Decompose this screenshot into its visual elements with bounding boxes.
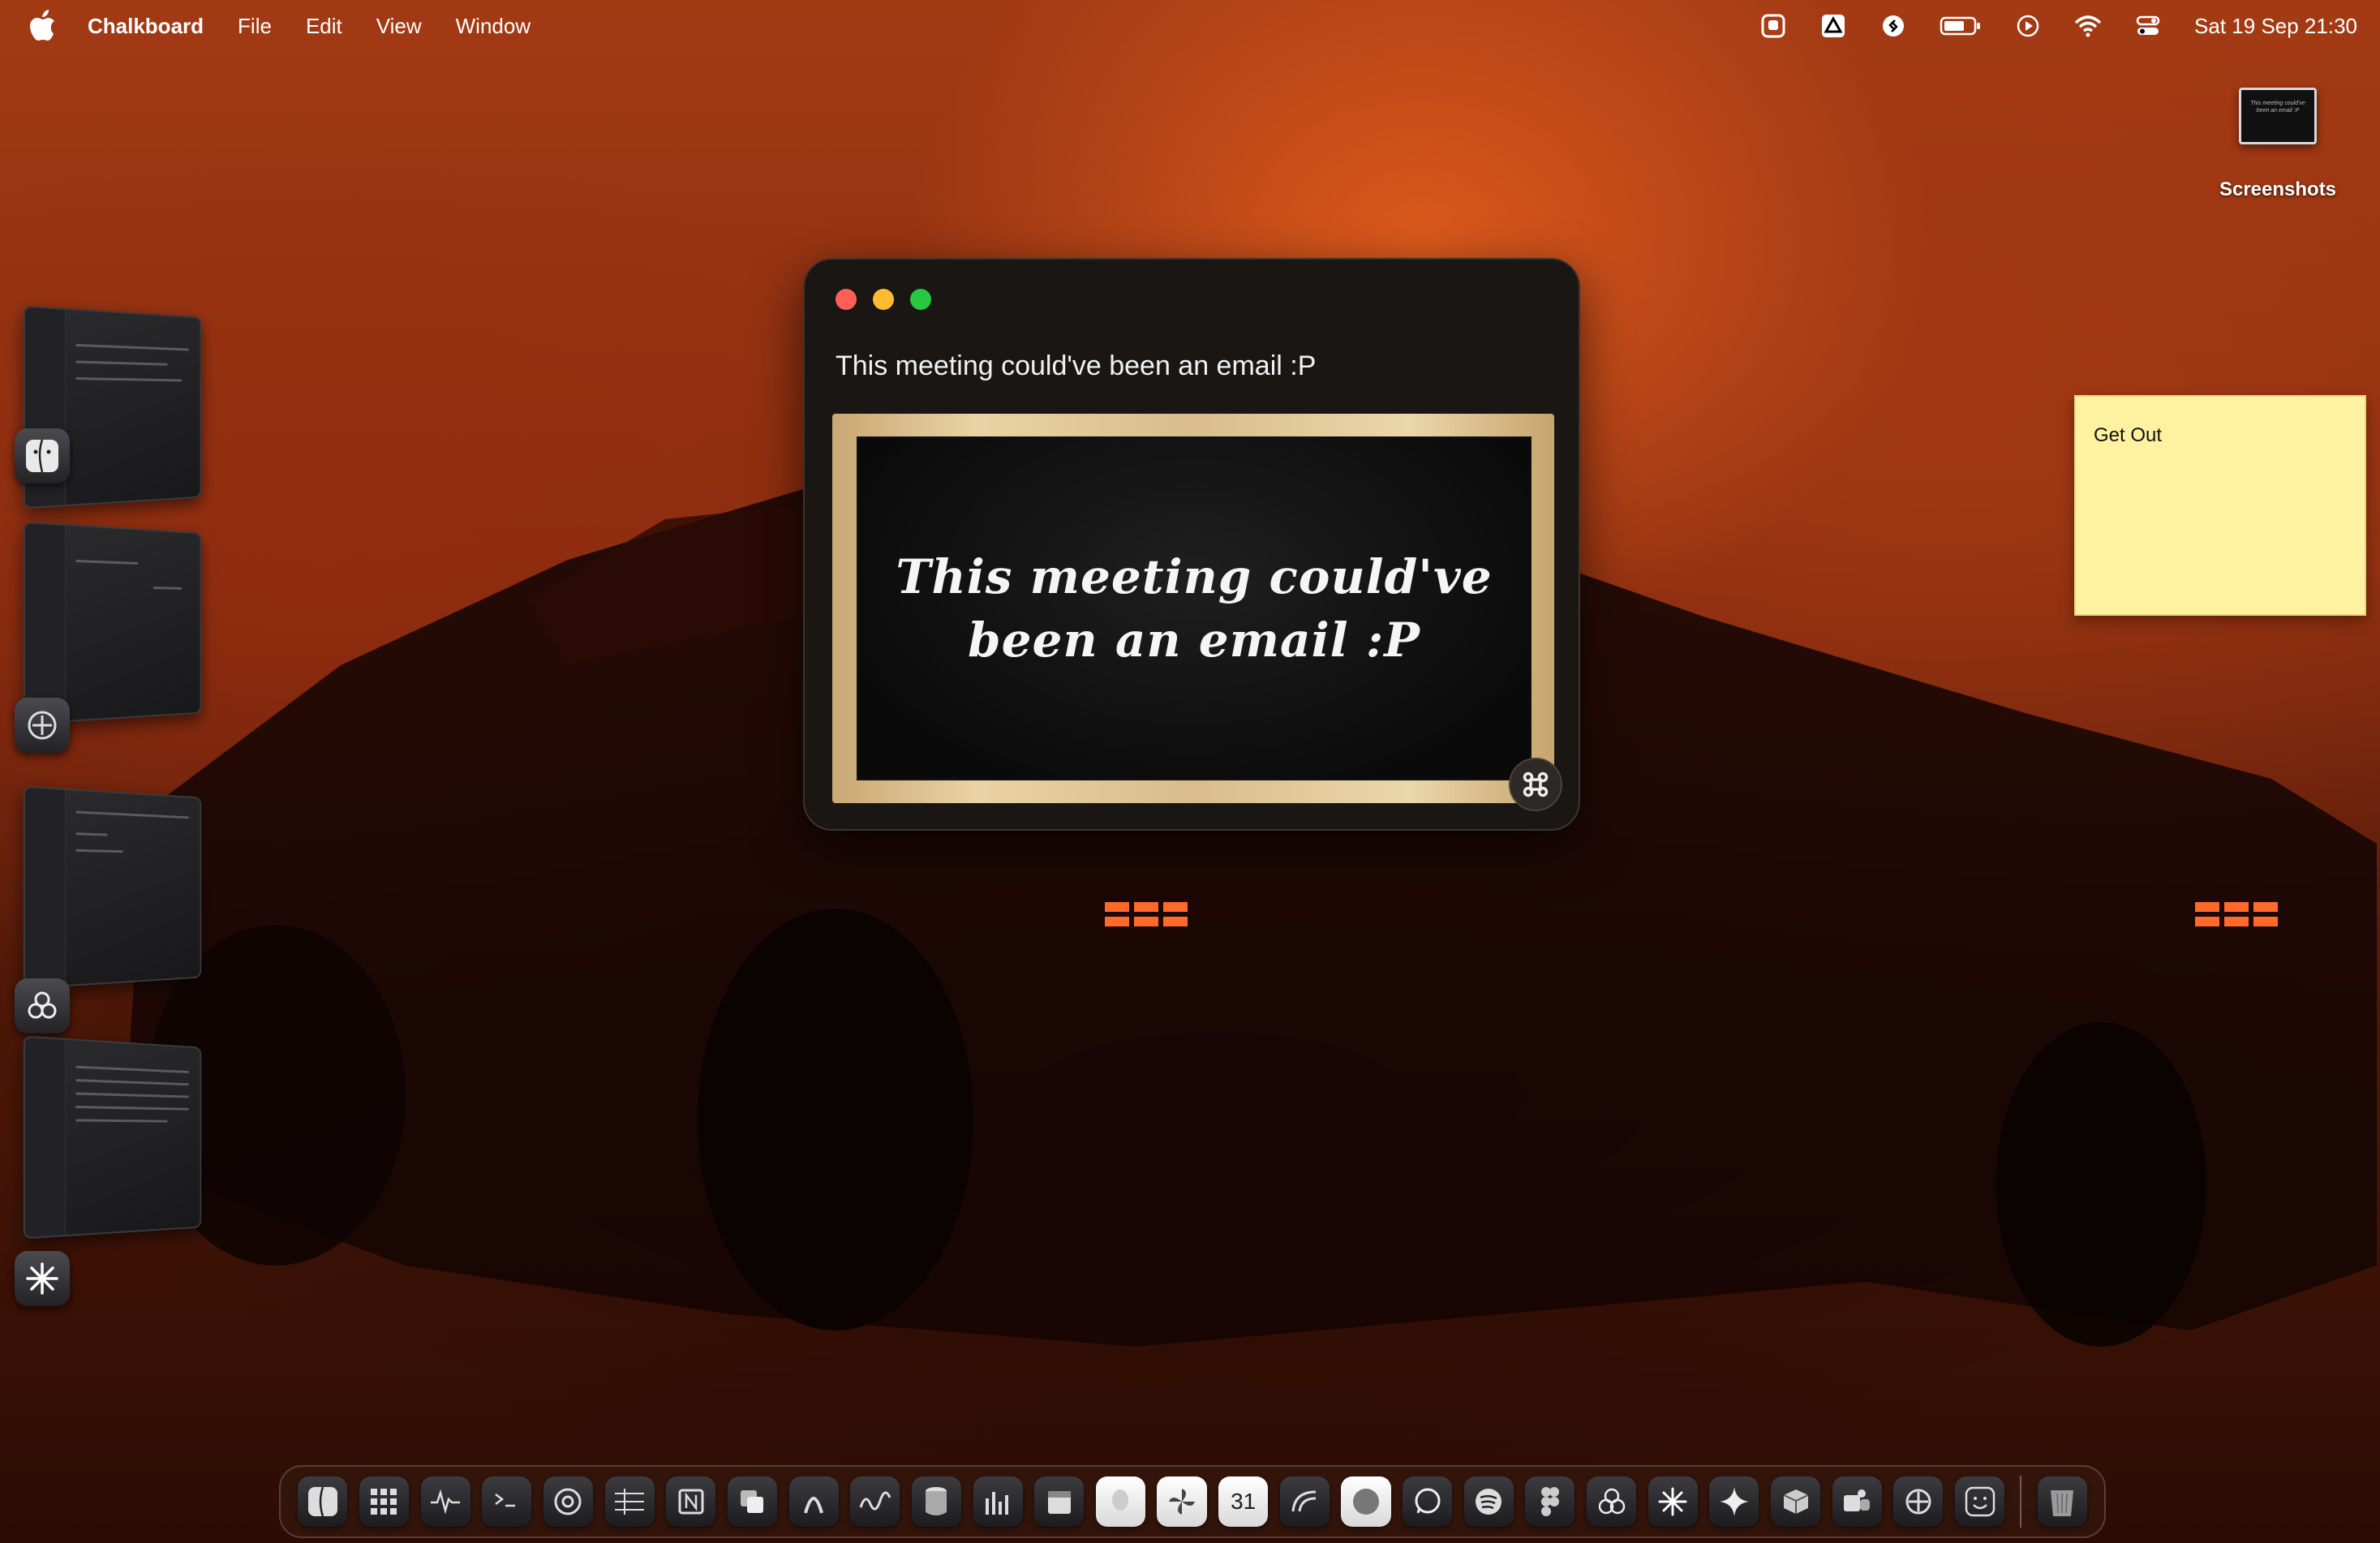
calendar-icon[interactable]: 31 <box>1218 1476 1268 1527</box>
arc-icon[interactable] <box>789 1476 839 1527</box>
stage-thumbnail-ai-app[interactable] <box>24 522 202 725</box>
smile-icon[interactable] <box>1955 1476 2004 1527</box>
chalkboard[interactable]: This meeting could've been an email :P <box>857 436 1532 780</box>
drive-icon[interactable] <box>1819 12 1847 40</box>
thumbnail-line <box>75 1066 189 1073</box>
thumbnail-line <box>75 1119 167 1122</box>
menu-view[interactable]: View <box>376 14 422 39</box>
claude-icon[interactable] <box>1648 1476 1698 1527</box>
battery-icon[interactable] <box>1940 12 1982 40</box>
thumbnail-line <box>75 1106 189 1111</box>
thumbnail-line <box>75 832 107 836</box>
thumbnail-sidebar <box>25 523 66 723</box>
dock: 31 <box>279 1465 2106 1538</box>
window-title: This meeting could've been an email :P <box>836 350 1316 382</box>
pinwheel-icon[interactable] <box>1157 1476 1206 1527</box>
shazam-icon[interactable] <box>1880 12 1907 40</box>
thumbnail-line <box>153 587 183 590</box>
thumbnail-sidebar <box>25 788 66 987</box>
thumbnail-line <box>75 377 182 381</box>
play-icon[interactable] <box>2014 12 2042 40</box>
ai-app-icon[interactable] <box>15 698 70 753</box>
chatgpt-icon[interactable] <box>15 978 70 1034</box>
photo-booth-icon[interactable] <box>1759 12 1787 40</box>
apple-menu-icon[interactable] <box>29 10 57 42</box>
gemini-icon[interactable] <box>1709 1476 1759 1527</box>
calendar-widget-icon[interactable] <box>1034 1476 1084 1527</box>
thumbnail-line <box>75 849 122 853</box>
control-center-icon[interactable] <box>2134 12 2162 40</box>
terminal-icon[interactable] <box>482 1476 531 1527</box>
ai-app-icon[interactable] <box>1893 1476 1943 1527</box>
wave-icon[interactable] <box>1280 1476 1330 1527</box>
chalkboard-window: This meeting could've been an email :P T… <box>803 258 1580 831</box>
minimize-button[interactable] <box>873 289 894 310</box>
command-icon <box>1522 771 1549 798</box>
thumbnail-line <box>75 360 167 365</box>
database-icon[interactable] <box>912 1476 961 1527</box>
chalkboard-frame: This meeting could've been an email :P <box>832 414 1554 803</box>
desktop-icon-label: Screenshots <box>2198 178 2357 201</box>
stage-thumbnail-claude[interactable] <box>24 1036 202 1240</box>
figma-icon[interactable] <box>1525 1476 1574 1527</box>
chatgpt-icon[interactable] <box>1587 1476 1636 1527</box>
chalkboard-text: This meeting could've been an email :P <box>894 545 1494 672</box>
activity-monitor-icon[interactable] <box>421 1476 470 1527</box>
thumbnail-line <box>75 810 189 819</box>
launchpad-icon[interactable] <box>359 1476 409 1527</box>
thumbnail-line <box>75 560 138 565</box>
menu-app-name[interactable]: Chalkboard <box>88 14 204 39</box>
menubar-clock[interactable]: Sat 19 Sep 21:30 <box>2194 14 2357 39</box>
desktop-screenshots-folder[interactable]: This meeting could've been an email :P S… <box>2198 81 2357 201</box>
sticky-note[interactable]: Get Out <box>2074 395 2366 616</box>
claude-icon[interactable] <box>15 1251 70 1306</box>
thumbnail-line <box>75 1079 189 1085</box>
numbers-icon[interactable] <box>605 1476 655 1527</box>
window-controls <box>836 289 931 310</box>
menu-bar: Chalkboard File Edit View Window Sat 19 … <box>0 0 2380 52</box>
dock-separator <box>2020 1476 2021 1528</box>
thumbnail-line <box>75 1092 189 1098</box>
expand-button[interactable] <box>1509 758 1562 811</box>
trash-icon[interactable] <box>2038 1476 2087 1527</box>
menu-edit[interactable]: Edit <box>306 14 342 39</box>
menu-file[interactable]: File <box>238 14 272 39</box>
teams-icon[interactable] <box>1832 1476 1882 1527</box>
fullscreen-button[interactable] <box>910 289 931 310</box>
notion-icon[interactable] <box>666 1476 715 1527</box>
spotify-icon[interactable] <box>1464 1476 1514 1527</box>
finder-icon[interactable] <box>15 428 70 484</box>
screenshot-thumbnail: This meeting could've been an email :P <box>2239 88 2317 144</box>
finder-icon[interactable] <box>298 1476 347 1527</box>
system-settings-icon[interactable] <box>543 1476 593 1527</box>
wifi-icon[interactable] <box>2074 12 2102 40</box>
safari-icon[interactable] <box>1341 1476 1390 1527</box>
thumbnail-sidebar <box>25 1038 66 1237</box>
close-button[interactable] <box>836 289 857 310</box>
box-icon[interactable] <box>1771 1476 1820 1527</box>
thumbnail-line <box>75 344 189 351</box>
face-app-icon[interactable] <box>1096 1476 1145 1527</box>
copy-app-icon[interactable] <box>728 1476 777 1527</box>
menu-window[interactable]: Window <box>456 14 531 39</box>
freeform-icon[interactable] <box>850 1476 900 1527</box>
stats-icon[interactable] <box>973 1476 1023 1527</box>
stage-thumbnail-chatgpt[interactable] <box>24 786 202 990</box>
whatsapp-icon[interactable] <box>1403 1476 1452 1527</box>
